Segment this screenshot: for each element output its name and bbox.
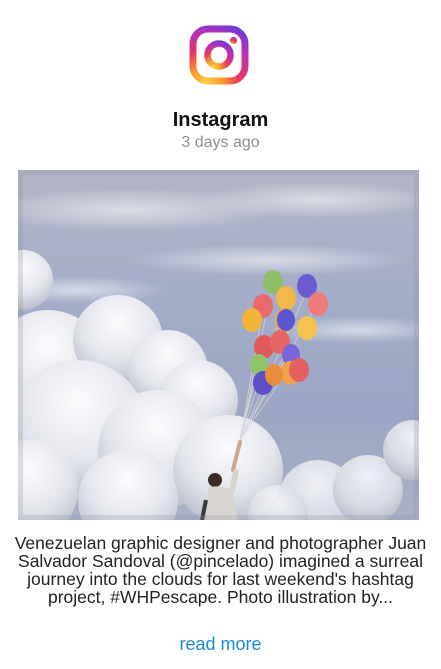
post-image[interactable] (18, 170, 419, 520)
post-source-title: Instagram (172, 109, 269, 131)
post-caption: Venezuelan graphic designer and photogra… (14, 533, 427, 607)
instagram-logo-icon[interactable] (189, 25, 249, 85)
instagram-post-card: Instagram 3 days ago Venezuelan graphic … (0, 0, 441, 669)
post-timestamp: 3 days ago (181, 134, 260, 151)
read-more-link[interactable]: read more (0, 634, 441, 654)
